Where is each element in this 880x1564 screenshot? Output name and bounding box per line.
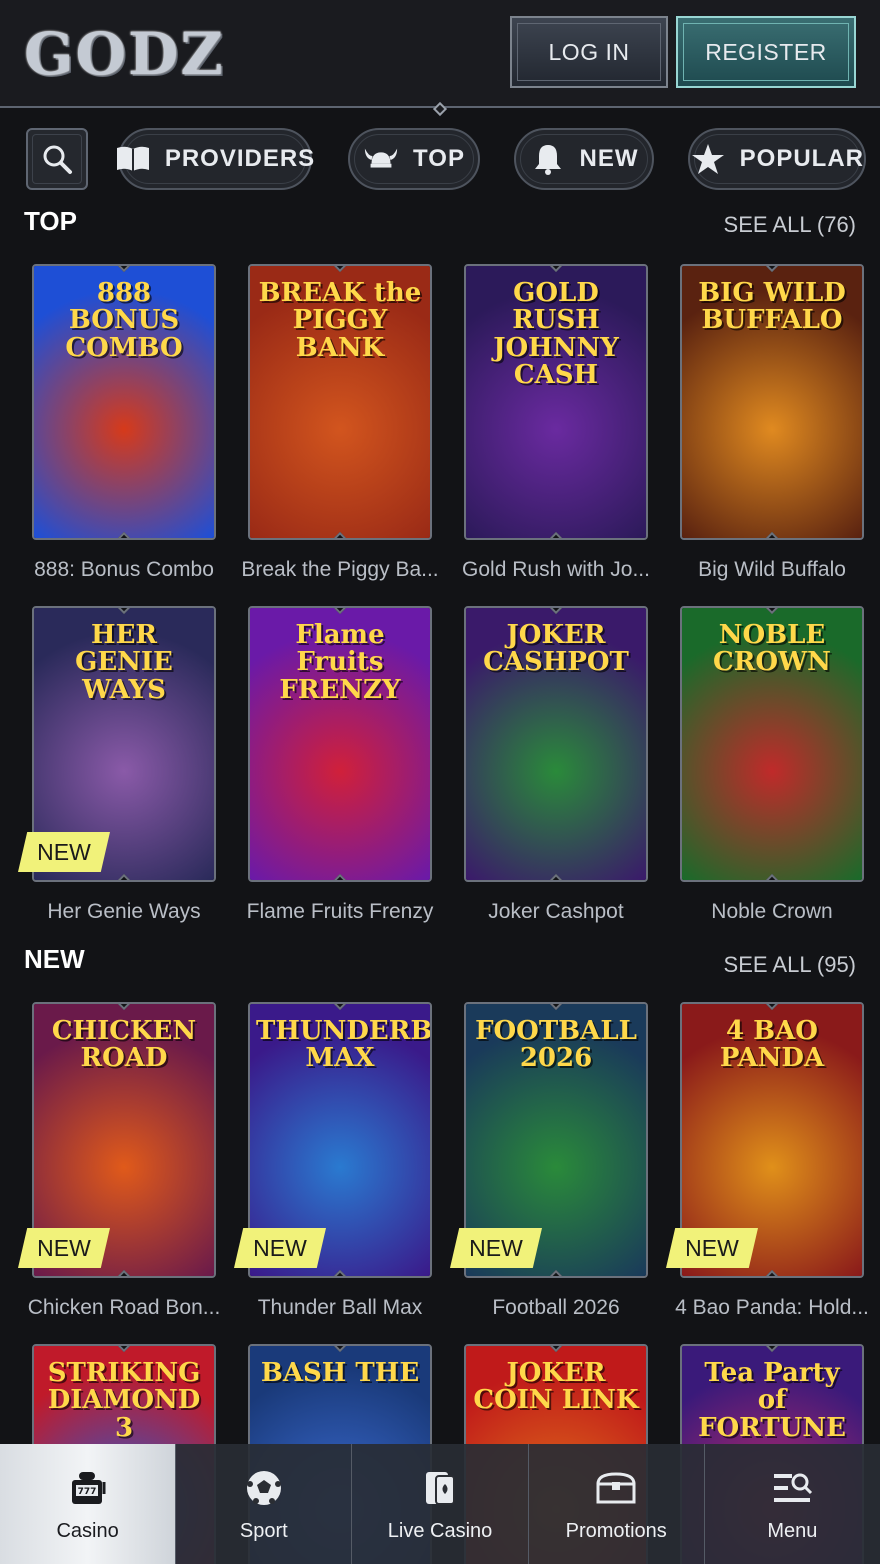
nav-promotions[interactable]: Promotions [529,1444,705,1564]
bell-icon [530,141,566,177]
new-badge: NEW [450,1228,542,1268]
nav-casino[interactable]: 777 Casino [0,1444,177,1564]
header: GODZ LOG IN REGISTER [0,0,880,117]
game-art-title: FOOTBALL 2026 [475,1016,637,1074]
game-art-title: JOKER COIN LINK [473,1358,639,1416]
game-art-title: 888 BONUS COMBO [65,278,183,363]
bottom-nav: 777 Casino Sport Live Casino Promotions … [0,1444,880,1564]
new-badge: NEW [18,832,110,872]
game-art-title: 4 BAO PANDA [719,1016,825,1074]
game-art-title: NOBLE CROWN [713,620,831,678]
filter-bar: PROVIDERS TOP NEW POPULAR [0,124,880,194]
menu-search-icon [770,1466,814,1510]
treasure-chest-icon [594,1466,638,1510]
game-title[interactable]: Flame Fruits Frenzy [232,900,448,924]
soccer-ball-icon [242,1466,286,1510]
new-badge: NEW [666,1228,758,1268]
login-button-label: LOG IN [548,38,630,65]
game-card[interactable]: BREAK the PIGGY BANK [248,264,432,540]
game-title[interactable]: Chicken Road Bon... [16,1296,232,1320]
game-art-title: BREAK the PIGGY BANK [258,278,422,363]
game-card[interactable]: NOBLE CROWN [680,606,864,882]
game-title[interactable]: 888: Bonus Combo [16,558,232,582]
logo-text: GODZ [24,20,225,88]
svg-text:777: 777 [77,1487,96,1497]
filter-new-label: NEW [579,145,639,172]
viking-helmet-icon [363,141,399,177]
nav-menu[interactable]: Menu [705,1444,880,1564]
game-title[interactable]: Break the Piggy Ba... [232,558,448,582]
book-icon [115,141,151,177]
new-badge: NEW [234,1228,326,1268]
game-title[interactable]: 4 Bao Panda: Hold... [664,1296,880,1320]
game-title[interactable]: Big Wild Buffalo [664,558,880,582]
filter-popular-label: POPULAR [739,145,864,172]
game-card[interactable]: 888 BONUS COMBO [32,264,216,540]
game-card[interactable]: Flame Fruits FRENZY [248,606,432,882]
nav-sport[interactable]: Sport [176,1444,353,1564]
game-card[interactable]: GOLD RUSH JOHNNY CASH [464,264,648,540]
filter-new[interactable]: NEW [514,128,654,190]
game-art-title: THUNDERBALL MAX [256,1016,432,1074]
game-card[interactable]: BIG WILD BUFFALO [680,264,864,540]
game-art-title: CHICKEN ROAD [51,1016,197,1074]
filter-popular[interactable]: POPULAR [688,128,866,190]
filter-top[interactable]: TOP [348,128,480,190]
register-button-label: REGISTER [705,38,827,65]
game-art-title: BASH THE [260,1358,420,1388]
game-title[interactable]: Her Genie Ways [16,900,232,924]
game-art-title: BIG WILD BUFFALO [698,278,846,336]
playing-card-icon [418,1466,462,1510]
new-badge: NEW [18,1228,110,1268]
section-title-new: NEW [24,944,85,974]
search-button[interactable] [26,128,88,190]
nav-menu-label: Menu [767,1519,818,1542]
logo[interactable]: GODZ [24,20,223,88]
slot-machine-icon: 777 [66,1466,110,1510]
nav-promotions-label: Promotions [565,1519,667,1542]
see-all-new[interactable]: SEE ALL (95) [724,952,856,978]
search-icon [43,145,72,174]
game-art-title: STRIKING DIAMOND 3 [47,1358,201,1443]
game-title[interactable]: Thunder Ball Max [232,1296,448,1320]
section-title-top: TOP [24,206,77,236]
see-all-top[interactable]: SEE ALL (76) [724,212,856,238]
game-title[interactable]: Noble Crown [664,900,880,924]
game-art-title: Tea Party of FORTUNE [698,1358,846,1443]
filter-providers-label: PROVIDERS [164,145,316,172]
game-art-title: Flame Fruits FRENZY [279,620,401,705]
filter-providers[interactable]: PROVIDERS [115,128,316,190]
game-title[interactable]: Joker Cashpot [448,900,664,924]
game-title[interactable]: Football 2026 [448,1296,664,1320]
nav-casino-label: Casino [56,1519,119,1542]
login-button[interactable]: LOG IN [510,16,668,88]
game-title[interactable]: Gold Rush with Jo... [448,558,664,582]
game-card[interactable]: JOKER CASHPOT [464,606,648,882]
filter-top-label: TOP [413,145,465,172]
star-icon [690,141,726,177]
game-art-title: JOKER CASHPOT [483,620,629,678]
divider-ornament [410,100,470,118]
nav-sport-label: Sport [239,1519,288,1542]
register-button[interactable]: REGISTER [676,16,856,88]
game-art-title: HER GENIE WAYS [75,620,173,705]
game-art-title: GOLD RUSH JOHNNY CASH [493,278,619,390]
nav-live-casino-label: Live Casino [387,1519,493,1542]
nav-live-casino[interactable]: Live Casino [352,1444,529,1564]
